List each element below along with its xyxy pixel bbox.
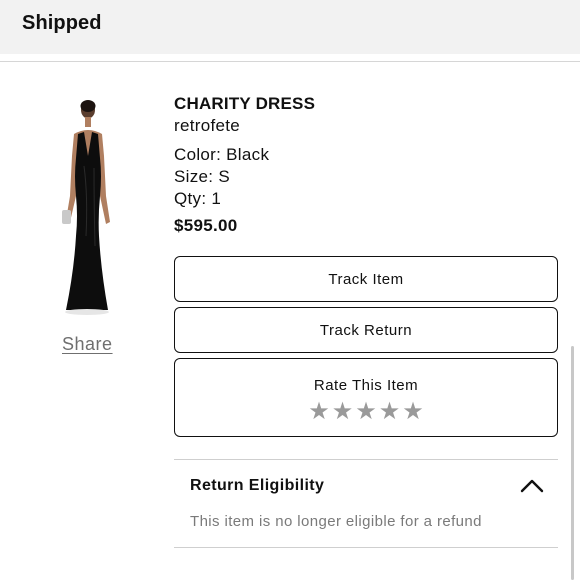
- section-divider-bottom: [174, 547, 558, 548]
- return-eligibility-title[interactable]: Return Eligibility: [190, 477, 324, 495]
- star-rating[interactable]: ★ ★ ★ ★ ★: [175, 397, 557, 425]
- product-color: Color: Black: [174, 145, 270, 164]
- product-size: Size: S: [174, 167, 230, 186]
- track-item-button[interactable]: Track Item: [174, 256, 558, 302]
- rate-item-label: Rate This Item: [313, 377, 419, 394]
- header-bar: Shipped: [0, 0, 580, 54]
- track-return-button[interactable]: Track Return: [174, 307, 558, 353]
- product-name: CHARITY DRESS: [174, 94, 316, 113]
- star-5-icon[interactable]: ★: [402, 397, 424, 425]
- section-divider: [174, 459, 558, 460]
- star-3-icon[interactable]: ★: [355, 397, 377, 425]
- share-link[interactable]: Share: [62, 334, 113, 355]
- star-4-icon[interactable]: ★: [379, 397, 401, 425]
- rate-item-panel: Rate This Item ★ ★ ★ ★ ★: [174, 358, 558, 437]
- product-image[interactable]: [48, 96, 124, 322]
- product-info: CHARITY DRESS retrofete Color: Black Siz…: [174, 94, 315, 236]
- star-1-icon[interactable]: ★: [308, 397, 330, 425]
- page-title: Shipped: [22, 12, 102, 34]
- chevron-up-icon[interactable]: [518, 476, 546, 496]
- header-divider: [0, 61, 580, 62]
- product-qty: Qty: 1: [174, 189, 222, 208]
- star-2-icon[interactable]: ★: [332, 397, 354, 425]
- product-brand: retrofete: [174, 116, 241, 135]
- product-price: $595.00: [174, 216, 238, 235]
- return-eligibility-message: This item is no longer eligible for a re…: [190, 513, 482, 530]
- scrollbar[interactable]: [571, 346, 574, 580]
